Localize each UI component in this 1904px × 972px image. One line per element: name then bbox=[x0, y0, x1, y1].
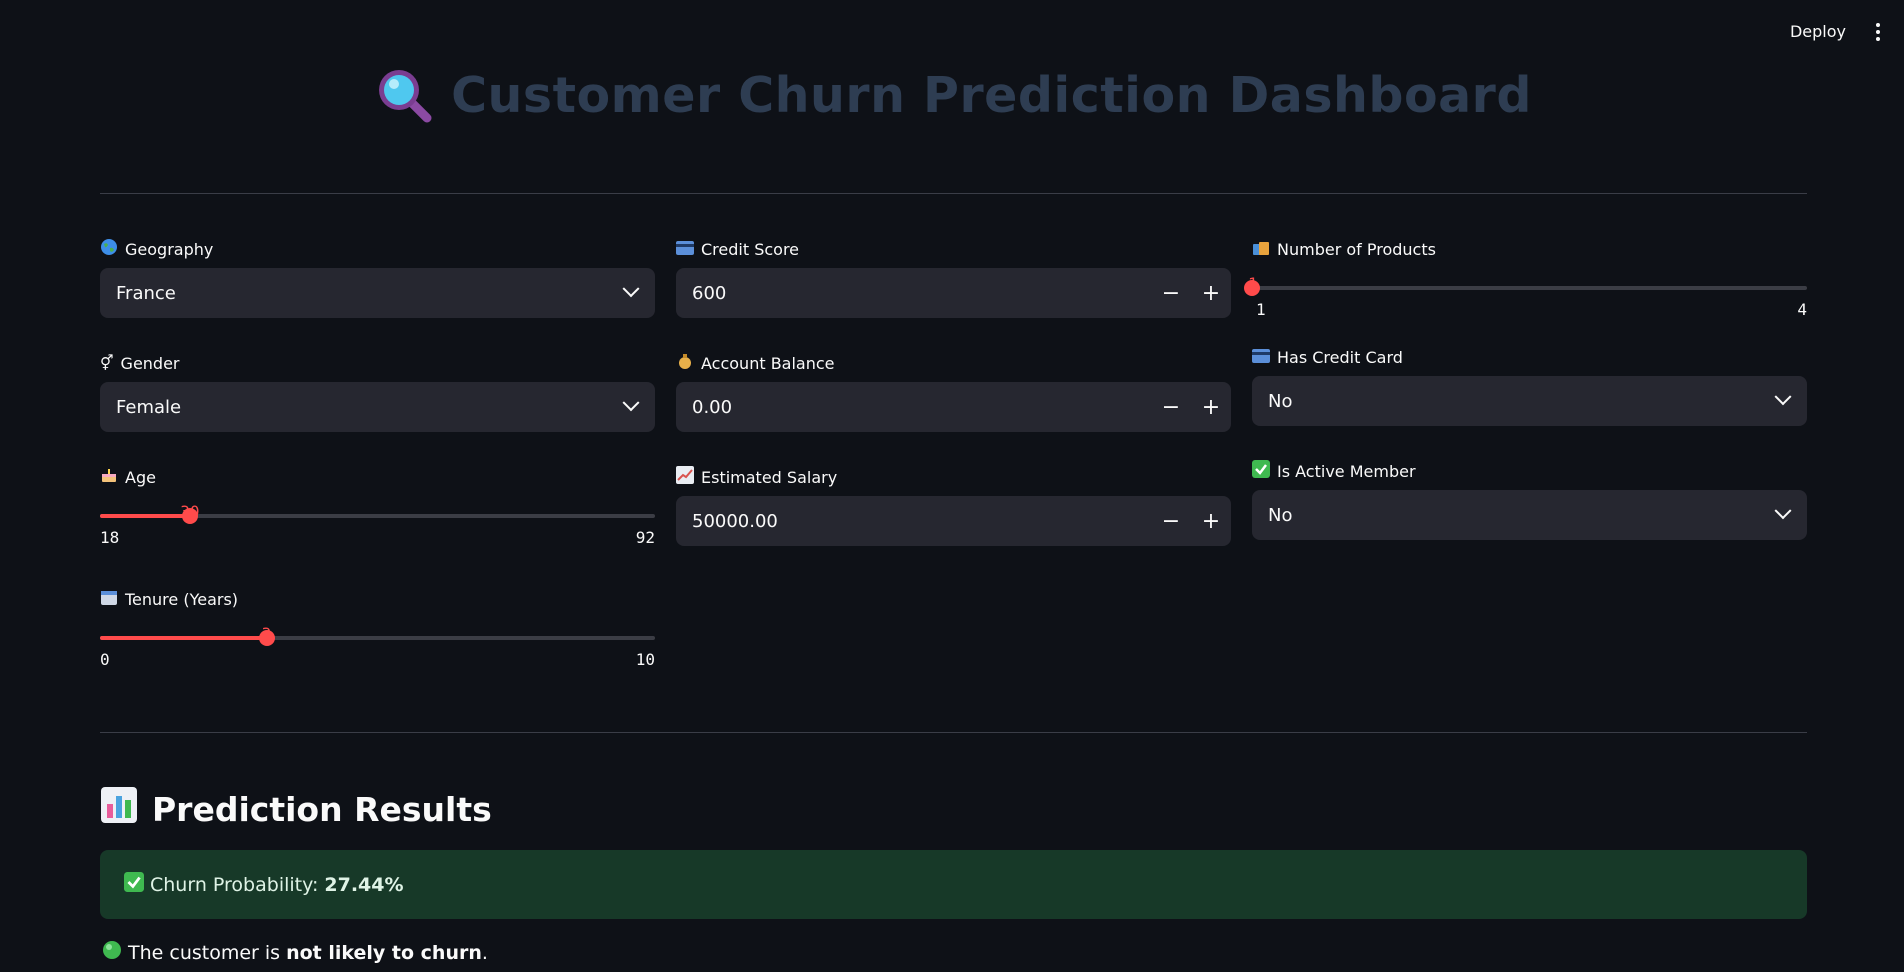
calendar-icon bbox=[100, 588, 118, 610]
tenure-slider-max: 10 bbox=[635, 650, 655, 669]
birthday-cake-icon bbox=[100, 466, 118, 488]
account-balance-value[interactable]: 0.00 bbox=[676, 397, 1151, 418]
input-column-1: Geography France ⚥ Gender Female Age 18 … bbox=[100, 236, 655, 720]
credit-card-icon bbox=[676, 240, 694, 259]
products-slider-min: 1 bbox=[1256, 300, 1266, 319]
page-title: Customer Churn Prediction Dashboard bbox=[451, 66, 1532, 124]
products-slider-max: 4 bbox=[1797, 300, 1807, 319]
money-bag-icon bbox=[676, 352, 694, 374]
age-slider[interactable]: 30 18 92 bbox=[100, 496, 655, 566]
chevron-down-icon bbox=[622, 394, 640, 412]
age-slider-min: 18 bbox=[100, 528, 120, 547]
gender-select[interactable]: Female bbox=[100, 382, 655, 432]
is-active-member-label: Is Active Member bbox=[1252, 458, 1807, 484]
estimated-salary-label: Estimated Salary bbox=[676, 464, 1231, 490]
check-mark-icon bbox=[1252, 460, 1270, 482]
age-slider-fill bbox=[100, 514, 190, 518]
increment-button[interactable]: + bbox=[1191, 268, 1231, 318]
has-credit-card-value: No bbox=[1268, 390, 1293, 412]
geography-label: Geography bbox=[100, 236, 655, 262]
input-column-3: Number of Products 1 1 4 Has Credit Card… bbox=[1244, 236, 1807, 572]
decrement-button[interactable]: − bbox=[1151, 382, 1191, 432]
gender-symbol-icon: ⚥ bbox=[100, 354, 114, 372]
credit-score-value[interactable]: 600 bbox=[676, 283, 1151, 304]
products-slider-thumb[interactable] bbox=[1244, 280, 1260, 296]
estimated-salary-input[interactable]: 50000.00 − + bbox=[676, 496, 1231, 546]
churn-verdict: The customer is not likely to churn. bbox=[102, 940, 488, 965]
tenure-label: Tenure (Years) bbox=[100, 586, 655, 612]
credit-score-label: Credit Score bbox=[676, 236, 1231, 262]
gender-label: ⚥ Gender bbox=[100, 353, 180, 373]
tenure-slider-min: 0 bbox=[100, 650, 110, 669]
account-balance-label: Account Balance bbox=[676, 350, 1231, 376]
tenure-slider-track[interactable]: 3 bbox=[100, 624, 655, 646]
geography-value: France bbox=[116, 282, 176, 304]
bar-chart-icon bbox=[100, 786, 138, 832]
page-title-row: Customer Churn Prediction Dashboard bbox=[100, 66, 1807, 124]
top-toolbar: Deploy bbox=[1784, 18, 1886, 45]
chevron-down-icon bbox=[1774, 388, 1792, 406]
globe-icon bbox=[100, 238, 118, 260]
has-credit-card-select[interactable]: No bbox=[1252, 376, 1807, 426]
divider bbox=[100, 193, 1807, 194]
main-menu-icon[interactable] bbox=[1870, 19, 1886, 45]
credit-card-icon bbox=[1252, 348, 1270, 367]
number-of-products-label: Number of Products bbox=[1252, 236, 1807, 262]
divider bbox=[100, 732, 1807, 733]
number-of-products-slider[interactable]: 1 1 4 bbox=[1244, 268, 1807, 320]
gender-value: Female bbox=[116, 396, 182, 418]
account-balance-input[interactable]: 0.00 − + bbox=[676, 382, 1231, 432]
decrement-button[interactable]: − bbox=[1151, 496, 1191, 546]
results-heading: Prediction Results bbox=[100, 786, 492, 832]
is-active-member-select[interactable]: No bbox=[1252, 490, 1807, 540]
estimated-salary-value[interactable]: 50000.00 bbox=[676, 511, 1151, 532]
decrement-button[interactable]: − bbox=[1151, 268, 1191, 318]
chevron-down-icon bbox=[622, 280, 640, 298]
check-mark-icon bbox=[124, 872, 144, 897]
magnifier-icon bbox=[375, 66, 433, 124]
increment-button[interactable]: + bbox=[1191, 382, 1231, 432]
age-slider-thumb[interactable] bbox=[181, 508, 198, 524]
verdict-emphasis: not likely to churn bbox=[286, 941, 482, 964]
chevron-down-icon bbox=[1774, 502, 1792, 520]
credit-score-input[interactable]: 600 − + bbox=[676, 268, 1231, 318]
input-column-2: Credit Score 600 − + Account Balance 0.0… bbox=[676, 236, 1231, 578]
churn-probability-label: Churn Probability: bbox=[150, 873, 319, 896]
geography-select[interactable]: France bbox=[100, 268, 655, 318]
age-slider-track[interactable]: 30 bbox=[100, 502, 655, 524]
is-active-member-value: No bbox=[1268, 504, 1293, 526]
tenure-slider[interactable]: 3 0 10 bbox=[100, 618, 655, 688]
deploy-button[interactable]: Deploy bbox=[1784, 18, 1852, 45]
has-credit-card-label: Has Credit Card bbox=[1252, 344, 1807, 370]
green-circle-icon bbox=[102, 940, 122, 965]
chart-increasing-icon bbox=[676, 466, 694, 488]
shopping-bags-icon bbox=[1252, 238, 1270, 260]
churn-probability-value: 27.44% bbox=[324, 873, 404, 896]
increment-button[interactable]: + bbox=[1191, 496, 1231, 546]
age-slider-max: 92 bbox=[635, 528, 655, 547]
tenure-slider-fill bbox=[100, 636, 267, 640]
products-slider-track[interactable]: 1 bbox=[1244, 274, 1807, 296]
age-label: Age bbox=[100, 464, 655, 490]
churn-probability-alert: Churn Probability: 27.44% bbox=[100, 850, 1807, 919]
tenure-slider-thumb[interactable] bbox=[258, 630, 275, 646]
